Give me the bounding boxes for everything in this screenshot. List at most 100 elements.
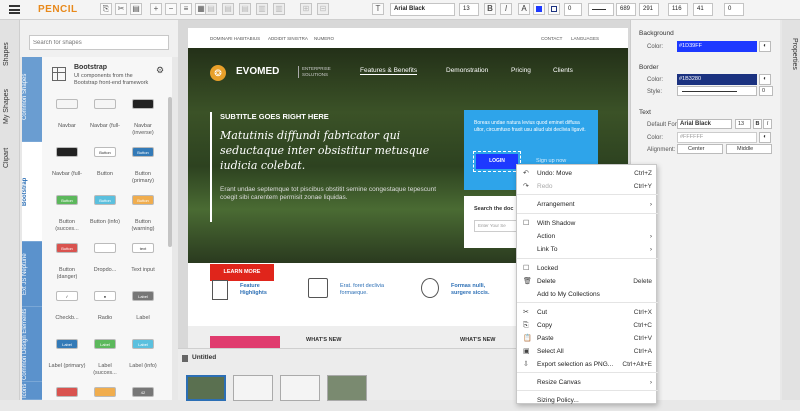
space-icon[interactable]: ▥ (273, 3, 285, 15)
menu-item[interactable]: 📋 Paste Ctrl+V (517, 332, 658, 345)
tab-properties[interactable]: Properties (784, 28, 798, 80)
text-color-picker-icon[interactable]: ◐ (759, 132, 771, 143)
category-design-elements[interactable]: Common Design Elements (22, 307, 42, 382)
tab-my-shapes[interactable]: My Shapes (3, 80, 17, 132)
menu-item[interactable]: ✂ Cut Ctrl+X (517, 306, 658, 319)
prop-bold-button[interactable]: B (753, 119, 762, 129)
shape-item[interactable]: Button Button (succes... (48, 195, 86, 233)
shape-item[interactable]: Label Label (124, 291, 162, 322)
align-right-icon[interactable]: ▤ (239, 3, 251, 15)
shape-item[interactable]: Navbar (inverse) (124, 99, 162, 137)
shape-item[interactable]: text Text input (124, 243, 162, 274)
ungroup-icon[interactable]: ⊟ (317, 3, 329, 15)
menu-item[interactable]: Link To › (517, 243, 658, 256)
prop-italic-button[interactable]: I (763, 119, 772, 129)
shape-item[interactable]: Button Button (warning) (124, 195, 162, 233)
stroke-width-field[interactable]: 0 (564, 3, 582, 16)
menu-item[interactable]: ↷ Redo Ctrl+Y (517, 180, 658, 193)
text-color-field[interactable]: #FFFFFF (677, 132, 757, 143)
shape-item[interactable]: Label Label (info) (124, 339, 162, 370)
shape-item[interactable]: Dropdo... (86, 243, 124, 274)
text-tool-icon[interactable]: T (372, 3, 384, 15)
angle-field[interactable]: 0 (724, 3, 744, 16)
category-common-shapes[interactable]: Common Shapes (22, 57, 42, 142)
border-color-field[interactable]: #1B3280 (677, 74, 757, 85)
shape-item[interactable]: Button Button (info) (86, 195, 124, 226)
shape-item[interactable]: Label Label (succes... (86, 339, 124, 377)
group-icon[interactable]: ⊞ (300, 3, 312, 15)
category-icons[interactable]: Icons (22, 382, 42, 400)
width-field[interactable]: 116 (668, 3, 688, 16)
category-ext-js[interactable]: Ext JS Neptune (22, 242, 42, 307)
prop-font-size[interactable]: 13 (735, 119, 751, 129)
menu-item[interactable]: ▣ Select All Ctrl+A (517, 345, 658, 358)
page-thumb-3[interactable] (280, 375, 320, 401)
font-select[interactable]: Arial Black (390, 3, 455, 16)
bg-color-field[interactable]: #1D39FF (677, 41, 757, 52)
italic-button[interactable]: I (500, 3, 512, 15)
stroke-style-select[interactable] (588, 3, 614, 16)
menu-item[interactable]: Arrangement › (517, 198, 658, 211)
fill-color-icon[interactable] (533, 3, 545, 15)
shape-item[interactable] (86, 387, 124, 411)
search-input[interactable] (29, 35, 169, 50)
menu-item[interactable]: ⇩ Export selection as PNG... Ctrl+Alt+E (517, 358, 658, 371)
y-field[interactable]: 291 (639, 3, 659, 16)
menu-item[interactable]: ⎘ Copy Ctrl+C (517, 319, 658, 332)
bold-button[interactable]: B (484, 3, 496, 15)
shape-item[interactable]: Label Label (primary) (48, 339, 86, 370)
copy-icon[interactable]: ⎘ (100, 3, 112, 15)
style-select[interactable] (677, 86, 757, 96)
menu-item[interactable]: Add to My Collections (517, 288, 658, 301)
shape-label: Navbar (full- (90, 123, 120, 129)
h-align-select[interactable]: Center (677, 144, 723, 154)
distribute-icon[interactable]: ▥ (256, 3, 268, 15)
menu-separator (517, 372, 658, 373)
menu-item-icon: ☐ (523, 220, 530, 227)
shape-item[interactable]: ✓ Checkb... (48, 291, 86, 322)
menu-item[interactable]: Action › (517, 230, 658, 243)
shape-item[interactable]: Button Button (danger) (48, 243, 86, 281)
menu-icon[interactable] (9, 5, 20, 14)
gear-icon[interactable]: ⚙ (156, 65, 164, 76)
cut-icon[interactable]: ✂ (115, 3, 127, 15)
zoom-out-icon[interactable]: − (165, 3, 177, 15)
page-thumb-2[interactable] (233, 375, 273, 401)
shape-item[interactable]: 42 (124, 387, 162, 411)
zoom-in-icon[interactable]: + (150, 3, 162, 15)
paste-icon[interactable]: ▤ (130, 3, 142, 15)
align-icon[interactable]: ≡ (180, 3, 192, 15)
prop-font-select[interactable]: Arial Black (677, 119, 732, 129)
stroke-color-icon[interactable] (548, 3, 560, 15)
shape-item[interactable]: Button Button (86, 147, 124, 178)
shape-item[interactable] (48, 387, 86, 411)
menu-item[interactable]: ☐ With Shadow (517, 217, 658, 230)
mock-login-button[interactable]: LOGIN (473, 151, 521, 172)
x-field[interactable]: 689 (616, 3, 636, 16)
shape-item[interactable]: Navbar (full- (48, 147, 86, 178)
tab-shapes[interactable]: Shapes (3, 34, 17, 74)
align-left-icon[interactable]: ▤ (205, 3, 217, 15)
shape-item[interactable]: Navbar (full- (86, 99, 124, 130)
font-size-field[interactable]: 13 (459, 3, 479, 16)
page-thumb-1[interactable] (186, 375, 226, 401)
page-thumb-4[interactable] (327, 375, 367, 401)
shape-item[interactable]: Button Button (primary) (124, 147, 162, 185)
shape-item[interactable]: ● Radio (86, 291, 124, 322)
border-color-picker-icon[interactable]: ◐ (759, 74, 771, 85)
tab-clipart[interactable]: Clipart (3, 138, 17, 178)
menu-item[interactable]: 🗑 Delete Delete (517, 275, 658, 288)
menu-item[interactable]: Sizing Policy... (517, 394, 658, 407)
align-center-icon[interactable]: ▤ (222, 3, 234, 15)
style-width-field[interactable]: 0 (759, 86, 773, 96)
category-bootstrap[interactable]: Bootstrap (22, 142, 42, 242)
bg-color-picker-icon[interactable]: ◐ (759, 41, 771, 52)
library-scrollbar[interactable] (168, 97, 172, 247)
menu-item[interactable]: Resize Canvas › (517, 376, 658, 389)
v-align-select[interactable]: Middle (726, 144, 772, 154)
menu-item[interactable]: ☐ Locked (517, 262, 658, 275)
text-color-icon[interactable]: A (518, 3, 530, 15)
height-field[interactable]: 41 (693, 3, 713, 16)
shape-item[interactable]: Navbar (48, 99, 86, 130)
menu-item[interactable]: ↶ Undo: Move Ctrl+Z (517, 167, 658, 180)
